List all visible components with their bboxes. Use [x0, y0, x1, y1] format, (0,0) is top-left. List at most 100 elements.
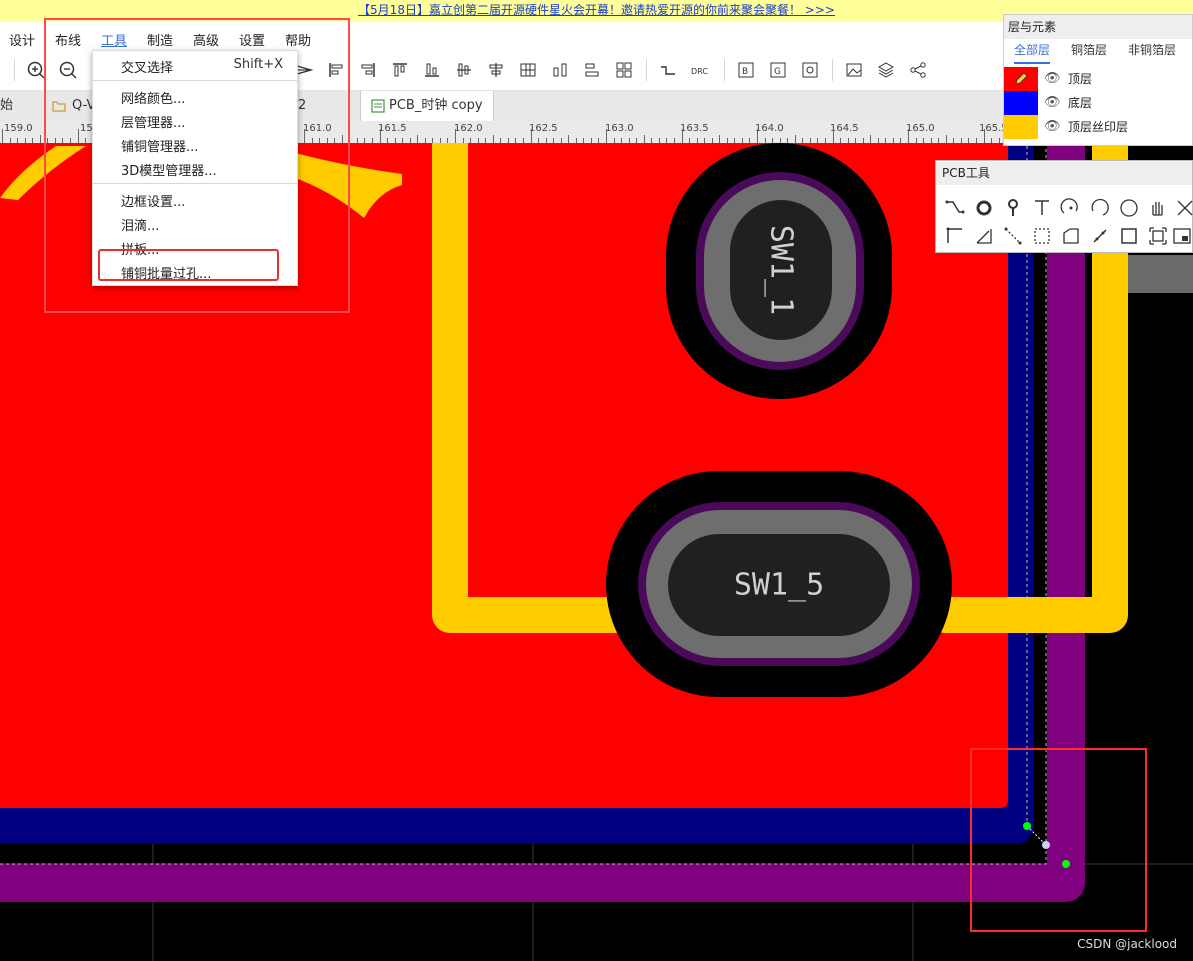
route-icon[interactable]	[658, 60, 678, 80]
pencil-icon	[1015, 72, 1028, 85]
tab-start[interactable]: 始	[0, 91, 13, 121]
group-icon[interactable]	[614, 60, 634, 80]
toolbar-separator	[832, 59, 833, 81]
panel-strip	[1128, 255, 1193, 293]
panel-title: PCB工具	[936, 161, 1192, 185]
zoom-in-icon[interactable]	[26, 60, 46, 80]
angle-tool-icon[interactable]	[973, 225, 995, 247]
svg-text:DRC: DRC	[691, 67, 708, 76]
vertex-handle[interactable]	[1042, 841, 1050, 849]
tab-non-copper-layers[interactable]: 非铜箔层	[1128, 41, 1176, 58]
banner-link[interactable]: 【5月18日】嘉立创第二届开源硬件星火会开幕！邀请热爱开源的你前来聚会聚餐！ >…	[358, 3, 835, 17]
watermark: CSDN @jacklood	[1077, 937, 1177, 951]
eye-icon[interactable]: 👁	[1044, 67, 1061, 91]
distribute-horizontal-icon[interactable]	[582, 60, 602, 80]
eye-icon[interactable]: 👁	[1044, 115, 1061, 139]
circle-tool-icon[interactable]	[1118, 197, 1140, 219]
annotation-highlight	[98, 249, 279, 281]
toolbar-separator	[724, 59, 725, 81]
layer-color-swatch[interactable]	[1004, 67, 1038, 91]
ruler-tick	[719, 135, 721, 143]
share-icon[interactable]	[908, 60, 928, 80]
layer-color-swatch[interactable]	[1004, 91, 1038, 115]
diagonal-tool-icon[interactable]	[1089, 225, 1111, 247]
ruler-label: 163.0	[605, 123, 634, 134]
layer-name: 顶层丝印层	[1068, 120, 1129, 134]
pad-sw1-5[interactable]: SW1_5	[606, 471, 952, 697]
ruler-label: 163.5	[680, 123, 709, 134]
vertex-handle[interactable]	[1062, 860, 1070, 868]
align-top-icon[interactable]	[390, 60, 410, 80]
distribute-vertical-icon[interactable]	[550, 60, 570, 80]
ruler-tick	[945, 135, 947, 143]
ruler-tick	[379, 129, 381, 143]
pick-place-icon[interactable]	[800, 60, 820, 80]
text-tool-icon[interactable]	[1031, 197, 1053, 219]
eye-icon[interactable]: 👁	[1044, 91, 1061, 115]
gerber-icon[interactable]: G	[768, 60, 788, 80]
menu-design[interactable]: 设计	[9, 30, 35, 49]
tab-copper-layers[interactable]: 铜箔层	[1071, 41, 1107, 58]
image-export-icon[interactable]	[844, 60, 864, 80]
ruler-label: 161.5	[378, 123, 407, 134]
rect-corner-tool-icon[interactable]	[944, 225, 966, 247]
layer-row-top-silk[interactable]: 👁 顶层丝印层	[1004, 115, 1192, 139]
layers-icon[interactable]	[876, 60, 896, 80]
ruler-tick	[794, 135, 796, 143]
dashed-rect-tool-icon[interactable]	[1031, 225, 1053, 247]
bom-icon[interactable]: B	[736, 60, 756, 80]
align-vcenter-icon[interactable]	[454, 60, 474, 80]
ruler-label: 164.5	[830, 123, 859, 134]
ruler-label: 164.0	[755, 123, 784, 134]
ruler-label: 162.0	[454, 123, 483, 134]
ruler-tick	[417, 135, 419, 143]
polygon-tool-icon[interactable]	[1060, 225, 1082, 247]
vertex-handle[interactable]	[1023, 822, 1031, 830]
pad-label-top: SW1_1	[764, 225, 799, 315]
align-bottom-icon[interactable]	[422, 60, 442, 80]
tab-all-layers[interactable]: 全部层	[1014, 41, 1051, 64]
toolbar-separator	[14, 59, 15, 81]
rectangle-tool-icon[interactable]	[1118, 225, 1140, 247]
panel-title: 层与元素	[1004, 15, 1192, 39]
ruler-tick	[832, 129, 834, 143]
align-right-icon[interactable]	[358, 60, 378, 80]
via-tool-icon[interactable]	[1002, 197, 1024, 219]
svg-text:B: B	[742, 67, 748, 77]
track-tool-icon[interactable]	[944, 197, 966, 219]
align-hcenter-icon[interactable]	[486, 60, 506, 80]
ruler-tick	[870, 135, 872, 143]
ruler-tick	[530, 129, 532, 143]
drc-icon[interactable]: DRC	[690, 60, 710, 80]
distribute-grid-icon[interactable]	[518, 60, 538, 80]
ruler-tick	[2, 129, 3, 143]
ruler-tick	[757, 129, 758, 143]
pad-label-bottom: SW1_5	[734, 568, 824, 603]
ruler-tick	[606, 129, 607, 143]
layer-row-top[interactable]: 👁 顶层	[1004, 67, 1192, 91]
image-tool-icon[interactable]	[1171, 225, 1193, 247]
pcb-file-icon	[371, 99, 385, 113]
hand-tool-icon[interactable]	[1147, 197, 1169, 219]
layer-color-swatch[interactable]	[1004, 115, 1038, 139]
ruler-label: 162.5	[529, 123, 558, 134]
ruler-tick	[568, 135, 570, 143]
layer-name: 顶层	[1068, 72, 1093, 86]
layer-row-bottom[interactable]: 👁 底层	[1004, 91, 1192, 115]
ruler-tick	[492, 135, 494, 143]
measure-tool-icon[interactable]	[1174, 197, 1193, 219]
svg-text:G: G	[774, 67, 781, 77]
ruler-label: 159.0	[4, 123, 33, 134]
ruler-tick	[39, 135, 41, 143]
arc-tool-icon[interactable]	[1060, 197, 1082, 219]
pad-tool-icon[interactable]	[973, 197, 995, 219]
select-area-tool-icon[interactable]	[1147, 225, 1169, 247]
arc-center-tool-icon[interactable]	[1089, 197, 1111, 219]
pad-sw1-1[interactable]: SW1_1	[666, 143, 892, 399]
ruler-tick	[455, 129, 456, 143]
tab-pcb-clock[interactable]: PCB_时钟 copy	[360, 91, 494, 121]
ruler-tick	[643, 135, 645, 143]
dimension-tool-icon[interactable]	[1002, 225, 1024, 247]
toolbar-separator	[646, 59, 647, 81]
tab-pcb-label: PCB_时钟 copy	[389, 98, 483, 113]
